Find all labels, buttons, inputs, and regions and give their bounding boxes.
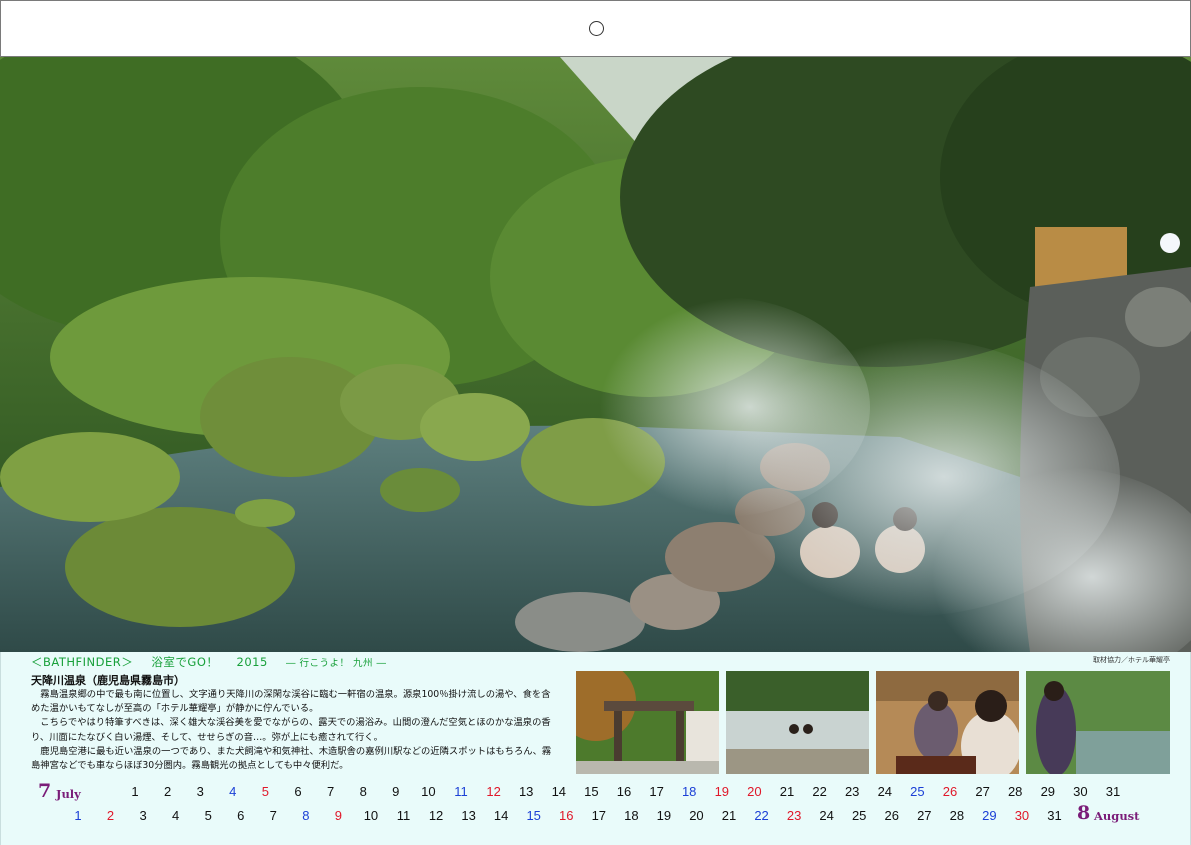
july-day: 3: [196, 784, 204, 799]
august-day: 15: [526, 808, 541, 823]
july-month-number: 7: [38, 780, 52, 802]
july-day: 17: [649, 784, 664, 799]
july-day: 9: [392, 784, 400, 799]
august-day: 4: [172, 808, 180, 823]
photo-credit: 取材協力／ホテル華耀亭: [1093, 656, 1170, 664]
august-day: 20: [689, 808, 704, 823]
august-day: 22: [754, 808, 769, 823]
august-day: 5: [204, 808, 212, 823]
july-day: 26: [942, 784, 958, 799]
july-day: 16: [616, 784, 632, 799]
august-day: 18: [624, 808, 639, 823]
august-day: 14: [493, 808, 509, 823]
august-day: 11: [396, 808, 411, 823]
series-year: 2015: [236, 655, 268, 669]
august-day: 24: [819, 808, 834, 823]
thumbnail-dining: [876, 671, 1019, 774]
august-day: 25: [851, 808, 867, 823]
august-day: 23: [786, 808, 802, 823]
july-day: 18: [681, 784, 697, 799]
series-header: ＜BATHFINDER＞ 浴室でGO！ 2015 ― 行こうよ！ 九州 ―: [31, 654, 395, 670]
august-day: 9: [334, 808, 342, 823]
july-day: 22: [812, 784, 827, 799]
july-day: 10: [421, 784, 436, 799]
july-month-name: July: [56, 787, 81, 801]
series-title: 浴室でGO！: [151, 655, 219, 669]
august-day: 31: [1047, 808, 1062, 823]
july-day: 6: [294, 784, 302, 799]
calendar-july-row: 7 July 1 2 3 4 5 6 7 8 9 10 11 12 13 14 15 16 17 18 19 20 21…: [0, 780, 1191, 804]
july-day: 30: [1073, 784, 1088, 799]
august-month-number: 8: [1077, 802, 1091, 824]
series-brand: ＜BATHFINDER＞: [31, 655, 134, 669]
july-day: 13: [518, 784, 534, 799]
july-day: 2: [163, 784, 172, 799]
august-day: 19: [656, 808, 672, 823]
august-day: 2: [106, 808, 115, 823]
thumbnail-outdoor-bath: [726, 671, 869, 774]
july-day: 7: [326, 784, 335, 799]
hanging-hole-icon: [589, 21, 604, 36]
july-day: 23: [844, 784, 860, 799]
july-day: 11: [454, 784, 468, 799]
july-day: 4: [229, 784, 237, 799]
august-day: 16: [559, 808, 574, 823]
july-day: 1: [131, 784, 139, 799]
calendar-august-row: 8 August 1 2 3 4 5 6 7 8 9 10 11 12 13 14 15 16 17 18 19 20…: [0, 802, 1191, 828]
july-day: 21: [779, 784, 795, 799]
july-day: 19: [714, 784, 730, 799]
august-day: 30: [1014, 808, 1030, 823]
july-day: 29: [1040, 784, 1056, 799]
july-day: 20: [747, 784, 762, 799]
july-day: 27: [975, 784, 990, 799]
july-day: 28: [1007, 784, 1023, 799]
thumbnail-river-view: [1026, 671, 1170, 774]
august-day: 10: [363, 808, 379, 823]
hot-spring-photo: [0, 57, 1191, 652]
august-day: 7: [269, 808, 277, 823]
august-day: 26: [884, 808, 899, 823]
article-paragraph: 霧島温泉郷の中で最も南に位置し、文字通り天降川の深閑な渓谷に臨む一軒宿の温泉。源…: [31, 689, 551, 715]
august-month-name: August: [1094, 809, 1140, 823]
july-day: 8: [359, 784, 367, 799]
article-paragraph: こちらでやはり特筆すべきは、深く雄大な渓谷美を愛でながらの、露天での湯浴み。山間…: [31, 717, 551, 743]
article-paragraph: 鹿児島空港に最も近い温泉の一つであり、また犬飼滝や和気神社、木造駅舎の嘉例川駅な…: [31, 745, 552, 772]
august-day: 29: [982, 808, 997, 823]
july-day: 15: [584, 784, 599, 799]
august-day: 3: [139, 808, 147, 823]
july-day: 12: [486, 784, 501, 799]
august-day: 13: [461, 808, 476, 823]
article-body: 霧島温泉郷の中で最も南に位置し、文字通り天降川の深閑な渓谷に臨む一軒宿の温泉。源…: [31, 688, 559, 773]
series-subtitle: ― 行こうよ！ 九州 ―: [285, 658, 387, 669]
thumbnail-entrance-gate: [576, 671, 719, 774]
august-day: 1: [74, 808, 82, 823]
july-day: 31: [1105, 784, 1121, 799]
august-day: 28: [949, 808, 965, 823]
august-day: 6: [237, 808, 245, 823]
august-day: 12: [428, 808, 444, 823]
july-day: 14: [551, 784, 567, 799]
july-day: 5: [261, 784, 269, 799]
july-day: 24: [877, 784, 893, 799]
calendar-header-strip: [0, 0, 1191, 57]
august-day: 27: [917, 808, 932, 823]
article-title: 天降川温泉（鹿児島県霧島市）: [31, 674, 185, 687]
august-day: 17: [591, 808, 607, 823]
august-day: 21: [721, 808, 737, 823]
august-day: 8: [302, 808, 310, 823]
july-day: 25: [910, 784, 925, 799]
